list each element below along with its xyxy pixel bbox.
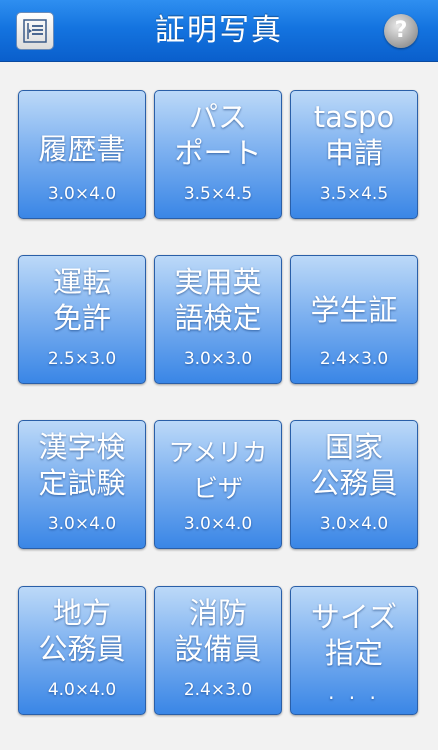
tile-label: 実用英 語検定: [174, 265, 262, 335]
tile-taspo[interactable]: taspo 申請 3.5×4.5: [290, 90, 418, 219]
tile-label: サイズ 指定: [310, 600, 398, 670]
tile-label: 運転 免許: [52, 265, 111, 335]
tile-fire-equipment[interactable]: 消防 設備員 2.4×3.0: [154, 586, 282, 715]
tile-size: 3.5×4.5: [183, 184, 253, 204]
tile-size: 4.0×4.0: [47, 680, 117, 700]
tile-custom-size[interactable]: サイズ 指定 . . .: [290, 586, 418, 715]
tile-size: 3.0×4.0: [319, 514, 389, 534]
tile-size: 2.4×3.0: [183, 680, 253, 700]
tile-rirekisho[interactable]: 履歴書 3.0×4.0: [18, 90, 146, 219]
tile-label: アメリカ ビザ: [168, 438, 268, 503]
tile-size: . . .: [328, 680, 380, 704]
tile-student-id[interactable]: 学生証 2.4×3.0: [290, 255, 418, 384]
tile-drivers-license[interactable]: 運転 免許 2.5×3.0: [18, 255, 146, 384]
tile-label: 消防 設備員: [174, 596, 262, 666]
tile-eiken[interactable]: 実用英 語検定 3.0×3.0: [154, 255, 282, 384]
tile-label: taspo 申請: [313, 100, 395, 170]
tile-size: 2.4×3.0: [319, 349, 389, 369]
photo-type-grid: 履歴書 3.0×4.0 パス ポート 3.5×4.5 taspo 申請 3.5×…: [0, 0, 438, 750]
tile-label: パス ポート: [174, 100, 262, 170]
tile-size: 3.5×4.5: [319, 184, 389, 204]
tile-size: 3.0×4.0: [47, 514, 117, 534]
tile-size: 3.0×4.0: [183, 514, 253, 534]
tile-label: 学生証: [310, 293, 398, 327]
tile-label: 履歴書: [38, 132, 126, 166]
tile-passport[interactable]: パス ポート 3.5×4.5: [154, 90, 282, 219]
tile-national-civil-servant[interactable]: 国家 公務員 3.0×4.0: [290, 420, 418, 549]
tile-local-civil-servant[interactable]: 地方 公務員 4.0×4.0: [18, 586, 146, 715]
tile-label: 漢字検 定試験: [38, 430, 126, 500]
tile-size: 2.5×3.0: [47, 349, 117, 369]
tile-kanken[interactable]: 漢字検 定試験 3.0×4.0: [18, 420, 146, 549]
tile-us-visa[interactable]: アメリカ ビザ 3.0×4.0: [154, 420, 282, 549]
tile-label: 地方 公務員: [38, 596, 126, 666]
tile-size: 3.0×4.0: [47, 184, 117, 204]
tile-size: 3.0×3.0: [183, 349, 253, 369]
tile-label: 国家 公務員: [310, 430, 398, 500]
